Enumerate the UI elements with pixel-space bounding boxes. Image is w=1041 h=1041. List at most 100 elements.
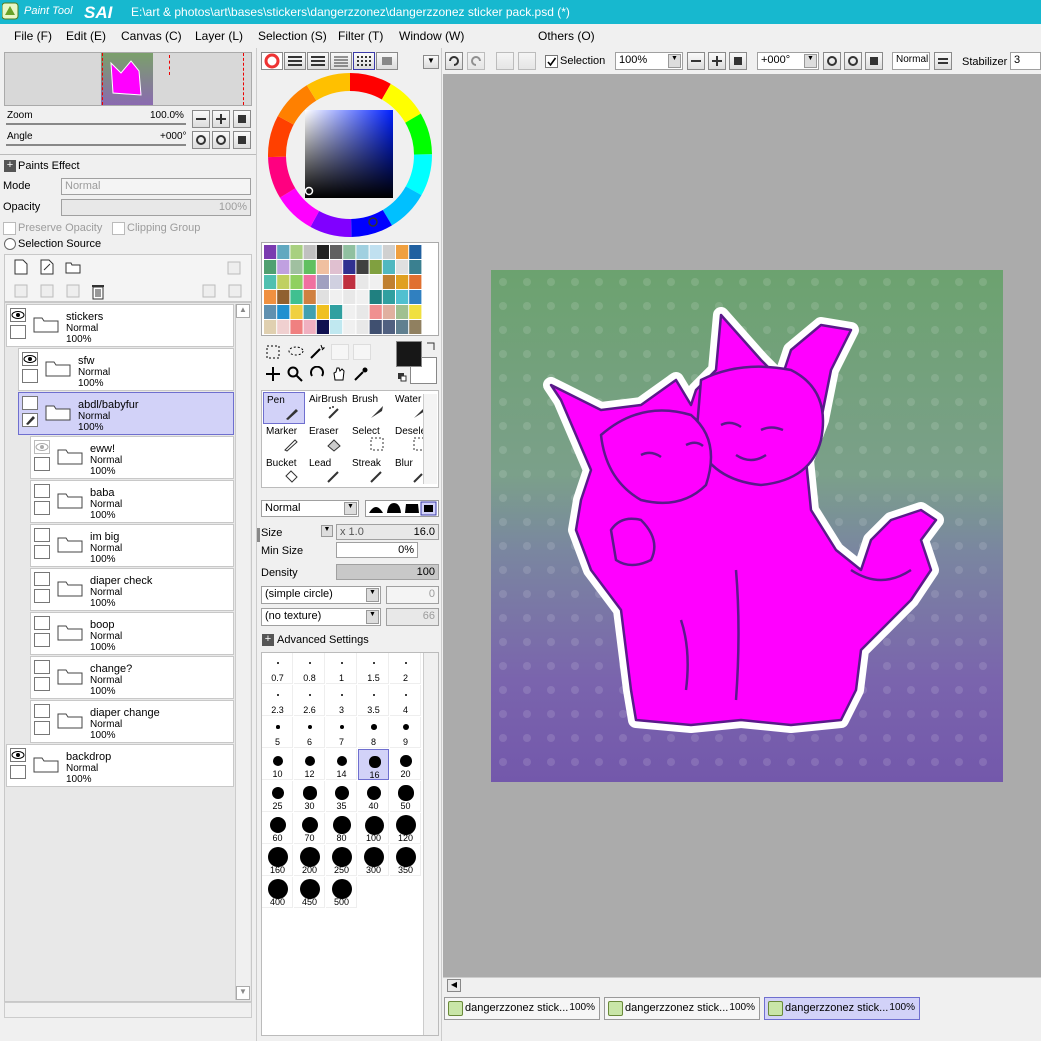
layer-item-diaper-change[interactable]: diaper change Normal 100% xyxy=(30,700,234,743)
color-swatch[interactable] xyxy=(277,260,290,274)
brush-size-cell[interactable]: 5 xyxy=(262,717,293,748)
layer-item-change[interactable]: change? Normal 100% xyxy=(30,656,234,699)
layer-item-backdrop[interactable]: backdrop Normal 100% xyxy=(6,744,234,787)
toolbar-rotate-reset[interactable] xyxy=(865,52,883,70)
visibility-eye-icon[interactable] xyxy=(22,352,38,366)
angle-select[interactable]: +000° ▼ xyxy=(757,52,819,70)
swatches-icon[interactable] xyxy=(353,52,375,70)
color-swatch[interactable] xyxy=(303,305,316,319)
brush-blend-select[interactable]: Normal ▼ xyxy=(261,500,359,517)
clear-layer-icon[interactable] xyxy=(65,283,81,299)
tool-pen[interactable]: Pen xyxy=(263,392,305,424)
color-swatch[interactable] xyxy=(303,245,316,259)
layer-item-stickers[interactable]: stickers Normal 100% xyxy=(6,304,234,347)
visibility-toggle[interactable] xyxy=(34,572,50,586)
toolbar-zoom-reset[interactable] xyxy=(729,52,747,70)
color-swatch[interactable] xyxy=(290,260,303,274)
magic-wand-icon[interactable] xyxy=(309,344,325,360)
color-swatch[interactable] xyxy=(277,290,290,304)
color-swatches[interactable] xyxy=(261,242,439,336)
color-swatch[interactable] xyxy=(330,290,343,304)
min-size-field[interactable]: 0% xyxy=(336,542,418,558)
expand-icon[interactable]: + xyxy=(262,634,274,646)
color-swatch[interactable] xyxy=(303,275,316,289)
foreground-color-swatch[interactable] xyxy=(396,341,422,367)
hand-icon[interactable] xyxy=(331,366,347,382)
new-layer-icon[interactable] xyxy=(13,259,29,275)
brush-size-cell[interactable]: 350 xyxy=(390,845,421,876)
tool-marker[interactable]: Marker xyxy=(263,424,305,456)
color-swatch[interactable] xyxy=(396,305,409,319)
brush-size-cell[interactable]: 1.5 xyxy=(358,653,389,684)
document-tab-1[interactable]: dangerzzonez stick... 100% xyxy=(444,997,600,1020)
rotate-right-button[interactable] xyxy=(212,131,230,149)
color-wheel[interactable] xyxy=(267,72,433,238)
brush-texture-strength[interactable]: 66 xyxy=(386,608,439,626)
color-swatch[interactable] xyxy=(264,245,277,259)
color-swatch[interactable] xyxy=(396,290,409,304)
density-field[interactable]: 100 xyxy=(336,564,439,580)
brush-shape-select[interactable]: (simple circle) ▼ xyxy=(261,586,381,604)
color-swatch[interactable] xyxy=(356,275,369,289)
canvas-viewport[interactable] xyxy=(443,74,1041,977)
color-swatch[interactable] xyxy=(369,275,382,289)
size-field[interactable]: x 1.0 16.0 xyxy=(336,524,439,540)
brush-size-cell[interactable]: 70 xyxy=(294,813,325,844)
color-swatch[interactable] xyxy=(382,290,395,304)
color-swatch[interactable] xyxy=(396,275,409,289)
advanced-settings-label[interactable]: Advanced Settings xyxy=(277,634,369,646)
visibility-toggle[interactable] xyxy=(34,528,50,542)
visibility-eye-icon[interactable] xyxy=(10,308,26,322)
trash-icon[interactable] xyxy=(90,282,106,300)
color-swatch[interactable] xyxy=(369,260,382,274)
brush-size-cell[interactable]: 10 xyxy=(262,749,293,780)
document-tab-3[interactable]: dangerzzonez stick... 100% xyxy=(764,997,920,1020)
brush-size-cell[interactable]: 20 xyxy=(390,749,421,780)
color-swatch[interactable] xyxy=(316,305,329,319)
tool-select[interactable]: Select xyxy=(349,424,391,456)
color-swatch[interactable] xyxy=(316,245,329,259)
layer-item-baba[interactable]: baba Normal 100% xyxy=(30,480,234,523)
zoom-out-button[interactable] xyxy=(192,110,210,128)
color-swatch[interactable] xyxy=(409,305,422,319)
selection-checkbox[interactable] xyxy=(545,55,558,68)
color-swatch[interactable] xyxy=(369,320,382,334)
color-swatch[interactable] xyxy=(277,320,290,334)
rotate-reset-button[interactable] xyxy=(233,131,251,149)
color-swatch[interactable] xyxy=(330,275,343,289)
document-tab-2[interactable]: dangerzzonez stick... 100% xyxy=(604,997,760,1020)
zoom-in-button[interactable] xyxy=(212,110,230,128)
color-swatch[interactable] xyxy=(396,245,409,259)
color-swatch[interactable] xyxy=(290,290,303,304)
zoom-icon[interactable] xyxy=(287,366,303,382)
lock-toggle[interactable] xyxy=(34,501,50,515)
color-swatch[interactable] xyxy=(290,245,303,259)
brush-size-cell[interactable]: 30 xyxy=(294,781,325,812)
color-swatch[interactable] xyxy=(303,290,316,304)
visibility-eye-icon[interactable] xyxy=(34,440,50,454)
visibility-toggle[interactable] xyxy=(34,660,50,674)
brush-edge-selector[interactable] xyxy=(365,500,439,517)
brush-size-cell[interactable]: 25 xyxy=(262,781,293,812)
color-swatch[interactable] xyxy=(409,275,422,289)
color-swatch[interactable] xyxy=(290,305,303,319)
color-swatch[interactable] xyxy=(382,245,395,259)
brush-shape-strength[interactable]: 0 xyxy=(386,586,439,604)
scroll-left-icon[interactable]: ◀ xyxy=(447,979,461,992)
color-swatch[interactable] xyxy=(290,275,303,289)
toolbar-zoom-in[interactable] xyxy=(708,52,726,70)
color-swatch[interactable] xyxy=(369,305,382,319)
brush-size-cell[interactable]: 2 xyxy=(390,653,421,684)
color-swatch[interactable] xyxy=(356,290,369,304)
brush-size-cell[interactable]: 50 xyxy=(390,781,421,812)
hsv-slider-icon[interactable] xyxy=(307,52,329,70)
brush-size-cell[interactable]: 120 xyxy=(390,813,421,844)
new-linework-layer-icon[interactable] xyxy=(39,259,55,275)
brush-size-cell[interactable]: 12 xyxy=(294,749,325,780)
swap-colors-icon[interactable] xyxy=(425,340,437,352)
layer-list-scrollbar[interactable]: ▲ ▼ xyxy=(235,304,250,1000)
color-swatch[interactable] xyxy=(303,260,316,274)
lock-toggle[interactable] xyxy=(10,325,26,339)
brush-size-cell[interactable]: 0.7 xyxy=(262,653,293,684)
mode-select[interactable]: Normal xyxy=(61,178,251,195)
